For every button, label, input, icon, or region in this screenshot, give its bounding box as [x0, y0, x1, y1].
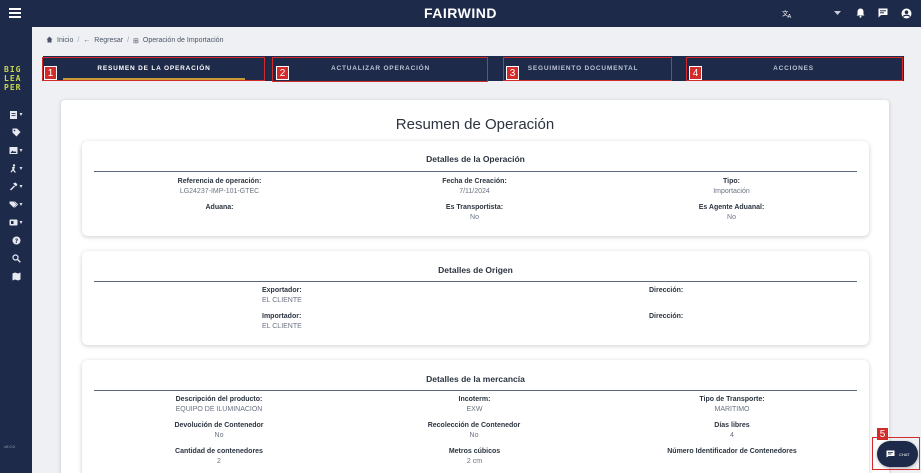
annotation-marker-2: 2	[276, 66, 289, 80]
top-icons: 文A	[780, 4, 913, 22]
operation-summary-card: Resumen de Operación Detalles de la Oper…	[61, 100, 889, 473]
chat-icon	[886, 450, 895, 458]
breadcrumb-current: Operación de Importación	[142, 37, 224, 44]
breadcrumb-separator: /	[77, 37, 80, 44]
field-referencia: Referencia de operación: LG24237-IMP-101…	[177, 178, 262, 195]
field-incoterm: Incoterm: EXW	[458, 396, 491, 413]
field-direccion-importador: Dirección:	[649, 313, 684, 320]
divider	[94, 171, 857, 172]
breadcrumb-home[interactable]: Inicio	[57, 37, 73, 44]
home-icon	[46, 36, 53, 45]
field-transportista: Es Transportista: No	[445, 204, 504, 221]
chevron-down-icon: ▾	[19, 219, 23, 226]
sidebar-item-documents[interactable]: ▾	[0, 213, 32, 231]
chevron-down-icon: ▾	[19, 165, 23, 172]
svg-text:A: A	[787, 14, 791, 19]
hammer-icon	[10, 182, 18, 190]
account-icon[interactable]	[899, 4, 913, 22]
person-run-icon	[10, 163, 17, 172]
sidebar-nav: ▾ ▾ ▾ ▾ ▾ ▾ ?	[0, 105, 32, 285]
chat-label: CHAT	[899, 451, 910, 457]
chevron-down-icon: ▾	[19, 201, 23, 208]
section-title: Detalles de la mercancía	[426, 374, 525, 384]
grid-icon: ⊞	[133, 37, 139, 45]
map-icon	[12, 272, 20, 280]
translate-icon[interactable]: 文A	[780, 4, 794, 22]
tags-icon	[9, 200, 19, 208]
chevron-down-icon: ▾	[19, 147, 23, 154]
field-dias-libres: Días libres 4	[714, 422, 750, 439]
search-icon	[11, 253, 21, 263]
tag-icon	[12, 128, 20, 136]
field-descripcion: Descripción del producto: EQUIPO DE ILUM…	[175, 396, 263, 413]
annotation-marker-4: 4	[689, 66, 702, 80]
annotation-marker-5: 5	[876, 427, 889, 441]
tab-resumen[interactable]: RESUMEN DE LA OPERACIÓN	[43, 56, 265, 81]
field-tipo-transporte: Tipo de Transporte: MARITIMO	[699, 396, 765, 413]
section-title: Detalles de la Operación	[426, 154, 525, 164]
field-fecha: Fecha de Creación: 7/11/2024	[442, 178, 507, 195]
field-tipo: Tipo: Importación	[713, 178, 750, 195]
field-numero-contenedores: Número Identificador de Contenedores	[667, 448, 797, 455]
chevron-down-icon: ▾	[19, 111, 23, 118]
operation-details-section: Detalles de la Operación Referencia de o…	[82, 141, 869, 236]
tab-actualizar[interactable]: ACTUALIZAR OPERACIÓN	[273, 56, 488, 81]
tab-acciones[interactable]: ACCIONES	[685, 56, 902, 81]
field-exportador: Exportador: EL CLIENTE	[262, 287, 302, 304]
breadcrumb-back[interactable]: Regresar	[94, 37, 123, 44]
section-title: Detalles de Origen	[438, 265, 513, 275]
sidebar-item-media[interactable]: ▾	[0, 141, 32, 159]
help-icon: ?	[12, 236, 20, 245]
sidebar-item-help[interactable]: ?	[0, 231, 32, 249]
field-metros-cubicos: Metros cúbicos 2 cm	[448, 448, 501, 465]
chat-button[interactable]: CHAT	[877, 441, 918, 467]
divider	[94, 390, 857, 391]
sidebar-item-people[interactable]: ▾	[0, 159, 32, 177]
clipboard-icon	[10, 110, 18, 119]
operation-tabs: RESUMEN DE LA OPERACIÓN ACTUALIZAR OPERA…	[43, 56, 904, 81]
message-icon[interactable]	[876, 4, 890, 22]
annotation-marker-1: 1	[44, 66, 57, 80]
field-cantidad-contenedores: Cantidad de contenedores 2	[175, 448, 263, 465]
version-label: v0.0.0	[4, 444, 15, 449]
origin-details-section: Detalles de Origen Exportador: EL CLIENT…	[82, 251, 869, 345]
sidebar-item-search[interactable]	[0, 249, 32, 267]
image-icon	[9, 146, 18, 154]
divider	[94, 281, 857, 282]
chevron-down-icon: ▾	[19, 183, 23, 190]
field-direccion-exportador: Dirección:	[649, 287, 684, 294]
sidebar-item-tags[interactable]	[0, 123, 32, 141]
field-importador: Importador: EL CLIENTE	[262, 313, 302, 330]
sidebar-item-labels[interactable]: ▾	[0, 195, 32, 213]
field-recoleccion-contenedor: Recolección de Contenedor No	[427, 422, 521, 439]
svg-text:?: ?	[14, 238, 18, 245]
sidebar-item-operations[interactable]: ▾	[0, 105, 32, 123]
sidebar-item-tools[interactable]: ▾	[0, 177, 32, 195]
bell-icon[interactable]	[853, 4, 867, 22]
arrow-left-icon: ←	[83, 37, 91, 44]
biglleaper-logo: BIG LEA PER	[4, 65, 22, 92]
breadcrumb: Inicio / ← Regresar / ⊞ Operación de Imp…	[46, 36, 223, 45]
annotation-marker-3: 3	[506, 66, 519, 80]
page-title: Resumen de Operación	[395, 116, 555, 133]
document-icon	[9, 219, 18, 225]
top-bar: FAIRWIND 文A	[0, 0, 921, 27]
breadcrumb-separator: /	[127, 37, 130, 44]
left-sidebar: BIG LEA PER ▾ ▾ ▾ ▾ ▾ ▾ ? v0.0.0	[0, 27, 32, 473]
field-devolucion-contenedor: Devolución de Contenedor No	[174, 422, 264, 439]
field-agente-aduanal: Es Agente Aduanal: No	[698, 204, 765, 221]
chevron-down-icon[interactable]	[830, 4, 844, 22]
tab-seguimiento[interactable]: SEGUIMIENTO DOCUMENTAL	[503, 56, 663, 81]
field-aduana: Aduana:	[205, 204, 234, 211]
goods-details-section: Detalles de la mercancía Descripción del…	[82, 360, 869, 473]
sidebar-item-map[interactable]	[0, 267, 32, 285]
